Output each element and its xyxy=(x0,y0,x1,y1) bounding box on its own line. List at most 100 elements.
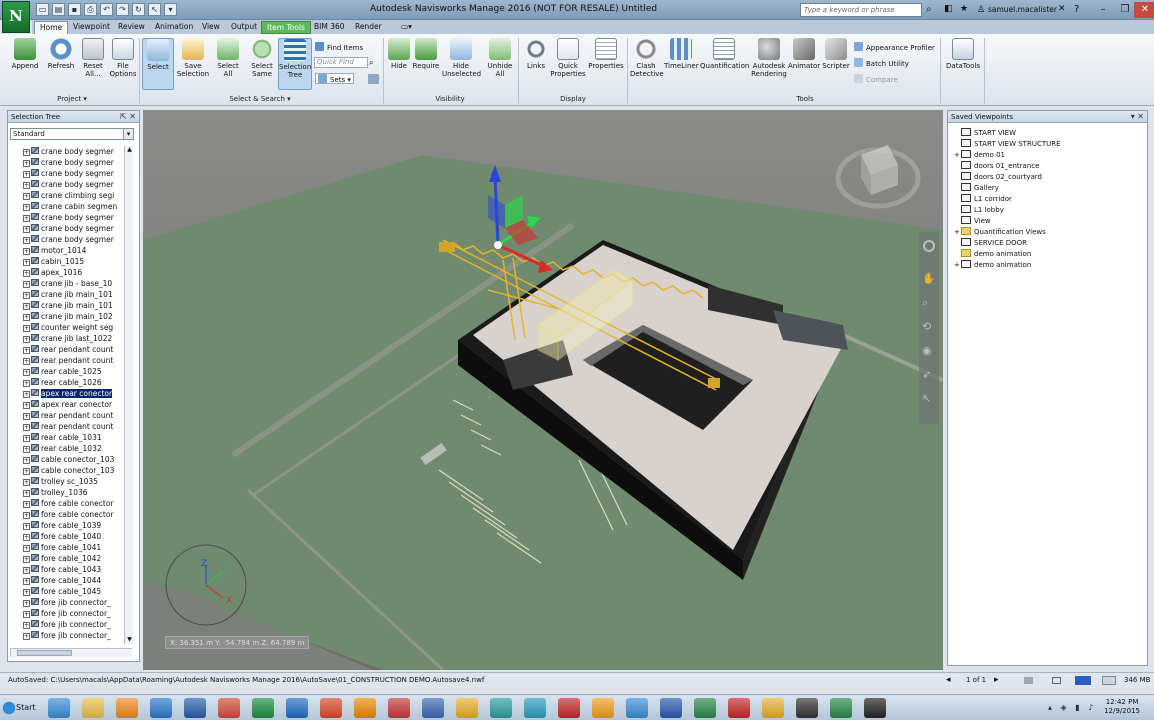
viewpoint-item[interactable]: Gallery xyxy=(954,183,999,194)
expand-icon[interactable]: + xyxy=(23,413,30,420)
tree-item[interactable]: + cabin_1015 xyxy=(23,256,131,267)
user-name[interactable]: samuel.macalister xyxy=(988,4,1057,16)
tree-item[interactable]: + fore cable conector xyxy=(23,509,131,520)
expand-icon[interactable]: + xyxy=(23,446,30,453)
reset-all-button[interactable]: Reset All... xyxy=(78,38,108,78)
datatools-button[interactable]: DataTools xyxy=(944,38,982,70)
viewpoint-item[interactable]: demo animation xyxy=(954,249,1031,260)
append-button[interactable]: Append xyxy=(8,38,42,70)
prev-page-icon[interactable]: ◂ xyxy=(946,673,951,688)
tree-item[interactable]: + counter weight seg xyxy=(23,322,131,333)
expand-icon[interactable]: + xyxy=(23,589,30,596)
tree-item[interactable]: + fore jib connector_ xyxy=(23,597,131,608)
expand-icon[interactable]: + xyxy=(23,358,30,365)
tree-item[interactable]: + cable conector_103 xyxy=(23,465,131,476)
tab-viewpoint[interactable]: Viewpoint xyxy=(68,21,115,34)
batch-utility-button[interactable]: Batch Utility xyxy=(854,58,909,69)
tree-item[interactable]: + fore cable_1039 xyxy=(23,520,131,531)
tree-item[interactable]: + rear cable_1032 xyxy=(23,443,131,454)
viewpoint-item[interactable]: doors 01_entrance xyxy=(954,161,1039,172)
tree-item[interactable]: + crane body segmer xyxy=(23,168,131,179)
tree-item[interactable]: + crane jib main_101 xyxy=(23,300,131,311)
expand-icon[interactable]: + xyxy=(23,622,30,629)
search-tool-icon[interactable] xyxy=(626,698,648,718)
group-project-label[interactable]: Project ▾ xyxy=(40,95,104,103)
quantification-button[interactable]: Quantification xyxy=(700,38,749,70)
expand-icon[interactable]: + xyxy=(23,336,30,343)
tree-item[interactable]: + crane jib main_102 xyxy=(23,311,131,322)
expand-icon[interactable]: + xyxy=(954,260,961,271)
chrome-icon[interactable] xyxy=(762,698,784,718)
tree-item[interactable]: + fore jib connector_ xyxy=(23,619,131,630)
manage-sets-icon[interactable] xyxy=(368,74,379,84)
tree-item[interactable]: + crane cabin segmen xyxy=(23,201,131,212)
viewpoint-item[interactable]: SERVICE DOOR xyxy=(954,238,1027,249)
tree-item[interactable]: + rear cable_1025 xyxy=(23,366,131,377)
expand-icon[interactable]: + xyxy=(23,567,30,574)
next-page-icon[interactable]: ▸ xyxy=(994,673,999,688)
select-button[interactable]: Select xyxy=(142,38,174,90)
tree-item[interactable]: + cable conector_103 xyxy=(23,454,131,465)
ie-icon[interactable] xyxy=(48,698,70,718)
tree-item[interactable]: + crane jib last_1022 xyxy=(23,333,131,344)
tree-item[interactable]: + apex_1016 xyxy=(23,267,131,278)
require-button[interactable]: Require xyxy=(412,38,440,70)
expand-icon[interactable]: + xyxy=(23,600,30,607)
expand-icon[interactable]: + xyxy=(23,611,30,618)
viewpoint-item[interactable]: + Quantification Views xyxy=(954,227,1046,238)
appearance-profiler-button[interactable]: Appearance Profiler xyxy=(854,42,935,53)
media-player-icon[interactable] xyxy=(116,698,138,718)
expand-icon[interactable]: + xyxy=(23,182,30,189)
application-menu-button[interactable]: N xyxy=(2,1,30,33)
tab-render[interactable]: Render xyxy=(350,21,387,34)
expand-icon[interactable]: + xyxy=(23,523,30,530)
tree-item[interactable]: + trolley_1036 xyxy=(23,487,131,498)
autocad-icon[interactable] xyxy=(150,698,172,718)
exchange-icon[interactable]: ✕ xyxy=(1058,3,1068,16)
system-tray-icons[interactable]: ▴ ◈ ▮ ♪ xyxy=(1048,703,1108,713)
select-tool-icon[interactable]: ↖ xyxy=(922,392,931,405)
tree-item[interactable]: + crane body segmer xyxy=(23,179,131,190)
orbit-icon[interactable]: ⟲ xyxy=(922,320,931,333)
clash-detective-button[interactable]: Clash Detective xyxy=(630,38,664,78)
panel-close-icon[interactable]: ✕ xyxy=(129,112,136,121)
tree-item[interactable]: + crane body segmer xyxy=(23,146,131,157)
expand-icon[interactable]: + xyxy=(23,171,30,178)
scroll-up-icon[interactable]: ▲ xyxy=(126,146,133,154)
hide-unselected-button[interactable]: Hide Unselected xyxy=(442,38,481,78)
save-icon[interactable]: ▪ xyxy=(68,3,81,16)
pin-icon[interactable]: ⇱ xyxy=(120,112,127,121)
expand-icon[interactable]: + xyxy=(23,270,30,277)
sets-dropdown[interactable]: Sets ▾ xyxy=(315,73,354,84)
minimize-button[interactable]: – xyxy=(1092,2,1114,18)
expand-icon[interactable]: + xyxy=(23,149,30,156)
expand-icon[interactable]: + xyxy=(23,468,30,475)
viewpoint-item[interactable]: + demo 01 xyxy=(954,150,1005,161)
properties-button[interactable]: Properties xyxy=(588,38,624,70)
tree-item[interactable]: + apex rear conector xyxy=(23,388,131,399)
tree-item[interactable]: + rear pendant count xyxy=(23,410,131,421)
expand-icon[interactable]: + xyxy=(23,325,30,332)
expand-icon[interactable]: + xyxy=(23,545,30,552)
close-button[interactable]: ✕ xyxy=(1134,2,1154,18)
expand-icon[interactable]: + xyxy=(23,281,30,288)
expand-icon[interactable]: + xyxy=(23,204,30,211)
panel-close-icon[interactable]: ✕ xyxy=(1137,112,1144,121)
photo-icon[interactable] xyxy=(422,698,444,718)
communication-icon[interactable]: ★ xyxy=(960,3,970,16)
quick-properties-button[interactable]: Quick Properties xyxy=(550,38,586,78)
tree-item[interactable]: + rear pendant count xyxy=(23,344,131,355)
expand-icon[interactable]: + xyxy=(23,391,30,398)
tab-view[interactable]: View xyxy=(197,21,225,34)
tab-bim360[interactable]: BIM 360 xyxy=(309,21,350,34)
tab-item-tools[interactable]: Item Tools xyxy=(261,21,311,34)
qat-dropdown-icon[interactable]: ▾ xyxy=(164,3,177,16)
expand-icon[interactable]: + xyxy=(23,435,30,442)
start-button[interactable]: Start xyxy=(2,698,38,718)
expand-icon[interactable]: + xyxy=(23,479,30,486)
tree-item[interactable]: + crane body segmer xyxy=(23,223,131,234)
select-icon[interactable]: ↖ xyxy=(148,3,161,16)
autodesk-icon[interactable] xyxy=(218,698,240,718)
expand-icon[interactable]: + xyxy=(23,578,30,585)
expand-icon[interactable]: + xyxy=(23,237,30,244)
